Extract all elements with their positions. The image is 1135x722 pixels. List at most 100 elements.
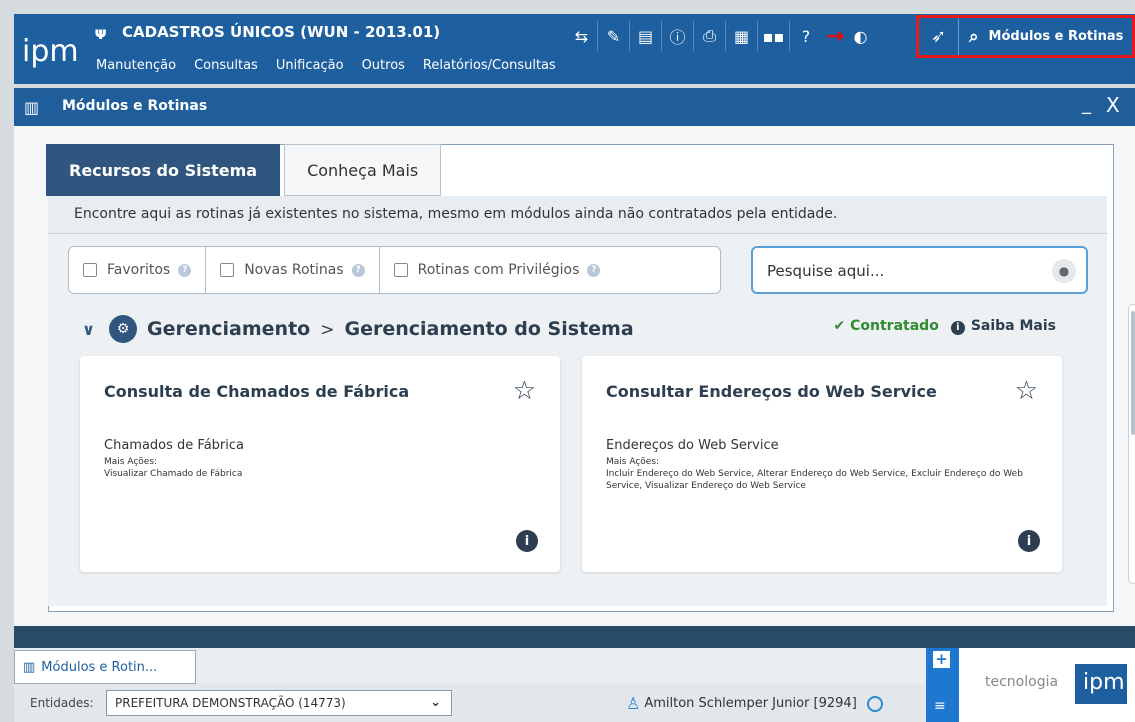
entity-value: PREFEITURA DEMONSTRAÇÃO (14773) — [115, 696, 346, 710]
info-text: Encontre aqui as rotinas já existentes n… — [48, 196, 1107, 234]
tab-bar: Recursos do Sistema Conheça Mais — [46, 144, 442, 196]
grid-icon[interactable]: ▪▪ — [758, 21, 790, 51]
help-icon: ? — [587, 263, 601, 277]
entity-select[interactable]: PREFEITURA DEMONSTRAÇÃO (14773) ⌄ — [106, 690, 452, 716]
chevron-down-icon[interactable]: ∨ — [82, 320, 95, 339]
checkbox[interactable] — [83, 263, 97, 277]
tab-conheca-mais[interactable]: Conheça Mais — [284, 144, 442, 196]
red-arrow-icon: → — [826, 23, 845, 49]
card-more-actions: Mais Ações: Visualizar Chamado de Fábric… — [104, 456, 544, 480]
more-actions-list: Visualizar Chamado de Fábrica — [104, 469, 243, 479]
checkbox[interactable] — [220, 263, 235, 277]
books-icon: ▥ — [23, 659, 36, 675]
card-title: Consultar Endereços do Web Service — [606, 382, 937, 401]
printer-icon[interactable]: ⎙ — [694, 21, 726, 51]
brand-text: tecnologia — [985, 674, 1059, 690]
filter-label: Novas Rotinas — [244, 262, 344, 278]
info-icon: i — [950, 320, 965, 335]
entities-label: Entidades: — [30, 696, 94, 710]
window-footer — [14, 626, 1135, 648]
modulos-rotinas-button[interactable]: ⌕ Módulos e Rotinas — [959, 27, 1123, 47]
modulos-rotinas-label: Módulos e Rotinas — [988, 29, 1124, 44]
contratado-label: Contratado — [850, 318, 939, 335]
star-icon[interactable]: ☆ — [513, 376, 536, 406]
highlight-box: ➶ ⌕ Módulos e Rotinas — [916, 15, 1135, 58]
star-icon[interactable]: ☆ — [1015, 376, 1038, 406]
more-actions-label: Mais Ações: — [606, 457, 660, 467]
info-icon[interactable]: ⓘ — [662, 21, 694, 51]
menu-relatorios-consultas[interactable]: Relatórios/Consultas — [423, 58, 556, 73]
main-menu: Manutenção Consultas Unificação Outros R… — [96, 58, 574, 73]
menu-consultas[interactable]: Consultas — [194, 58, 258, 73]
side-panel: + ≡ — [926, 648, 959, 722]
user-icon: ♙ — [626, 694, 641, 713]
checkbox[interactable] — [393, 263, 408, 277]
filter-label: Rotinas com Privilégios — [417, 262, 580, 278]
clock-icon[interactable] — [866, 695, 883, 712]
help-icon: ? — [351, 263, 365, 277]
calendar-icon[interactable]: ▦ — [726, 21, 758, 51]
microphone-icon[interactable]: ● — [1052, 259, 1076, 283]
rocket-icon[interactable]: ➶ — [919, 18, 959, 55]
search-icon: ⌕ — [969, 26, 979, 47]
toolbar: ⇆ ✎ ▤ ⓘ ⎙ ▦ ▪▪ ? → ◐ — [566, 14, 876, 58]
minimize-button[interactable]: _ — [1082, 94, 1091, 115]
filter-favoritos[interactable]: Favoritos ? — [69, 247, 207, 293]
window-titlebar: ▥ Módulos e Rotinas _ X — [14, 88, 1135, 126]
theme-icon[interactable]: ◐ — [844, 21, 876, 51]
filter-novas-rotinas[interactable]: Novas Rotinas ? — [206, 247, 380, 293]
help-icon: ? — [178, 263, 192, 277]
resources-panel: Encontre aqui as rotinas já existentes n… — [48, 196, 1135, 606]
window-title: Módulos e Rotinas — [62, 98, 208, 114]
books-icon: ▥ — [24, 98, 40, 117]
menu-manutencao[interactable]: Manutenção — [96, 58, 176, 73]
card-title: Consulta de Chamados de Fábrica — [104, 382, 410, 401]
share-icon[interactable]: ⇆ — [566, 21, 598, 51]
menu-icon[interactable]: ≡ — [934, 698, 946, 714]
brand-mark: ipm — [1075, 664, 1127, 704]
app-title: CADASTROS ÚNICOS (WUN - 2013.01) — [122, 23, 441, 41]
close-button[interactable]: X — [1106, 93, 1120, 117]
filter-rotinas-privilegios[interactable]: Rotinas com Privilégios ? — [380, 247, 615, 293]
card-more-actions: Mais Ações: Incluir Endereço do Web Serv… — [606, 456, 1046, 492]
user-info: ♙ Amilton Schlemper Junior [9294] — [626, 694, 883, 713]
gear-icon: ⚙ — [109, 315, 137, 343]
info-icon[interactable]: i — [516, 530, 538, 552]
saiba-mais-label: Saiba Mais — [970, 318, 1056, 334]
app-logo: ipm — [22, 34, 79, 69]
info-icon[interactable]: i — [1018, 530, 1040, 552]
card-subtitle: Chamados de Fábrica — [104, 438, 244, 453]
user-name: Amilton Schlemper Junior [9294] — [644, 696, 857, 711]
brand-logo: tecnologia ipm — [959, 648, 1135, 722]
document-icon[interactable]: ▤ — [630, 21, 662, 51]
tab-recursos-do-sistema[interactable]: Recursos do Sistema — [46, 144, 281, 196]
taskbar-item-label: Módulos e Rotin... — [41, 659, 158, 675]
help-icon[interactable]: ? — [790, 21, 822, 51]
menu-unificacao[interactable]: Unificação — [276, 58, 344, 73]
breadcrumb-separator: > — [320, 320, 335, 340]
plus-icon[interactable]: + — [933, 651, 950, 668]
section-header: ∨ ⚙ Gerenciamento > Gerenciamento do Siste… — [82, 314, 1062, 344]
breadcrumb-module: Gerenciamento — [147, 318, 311, 340]
more-actions-list: Incluir Endereço do Web Service, Alterar… — [606, 469, 1023, 491]
chevron-down-icon: ⌄ — [430, 695, 441, 710]
scrollbar-thumb[interactable] — [1131, 311, 1135, 435]
pen-icon[interactable]: ✎ — [598, 21, 630, 51]
filter-label: Favoritos — [107, 262, 171, 278]
contratado-status: ✔ Contratado — [833, 318, 939, 335]
scrollbar[interactable] — [1128, 304, 1135, 584]
routine-card[interactable]: Consulta de Chamados de Fábrica ☆ Chamad… — [80, 356, 560, 572]
app-header: ipm ᴪ CADASTROS ÚNICOS (WUN - 2013.01) M… — [14, 14, 1135, 84]
taskbar-item-modulos[interactable]: ▥ Módulos e Rotin... — [14, 650, 196, 684]
card-subtitle: Endereços do Web Service — [606, 438, 779, 453]
more-actions-label: Mais Ações: — [104, 457, 158, 467]
routine-list: ∨ ⚙ Gerenciamento > Gerenciamento do Siste… — [64, 300, 1135, 590]
menu-outros[interactable]: Outros — [362, 58, 405, 73]
search-field: ● — [751, 246, 1088, 294]
routine-card[interactable]: Consultar Endereços do Web Service ☆ End… — [582, 356, 1062, 572]
breadcrumb: Gerenciamento > Gerenciamento do Sistema — [147, 318, 634, 340]
filter-group: Favoritos ? Novas Rotinas ? Rotinas com … — [68, 246, 721, 294]
saiba-mais-link[interactable]: i Saiba Mais — [950, 318, 1056, 335]
search-input[interactable] — [767, 260, 1037, 282]
section-status: ✔ Contratado i Saiba Mais — [834, 318, 1056, 335]
